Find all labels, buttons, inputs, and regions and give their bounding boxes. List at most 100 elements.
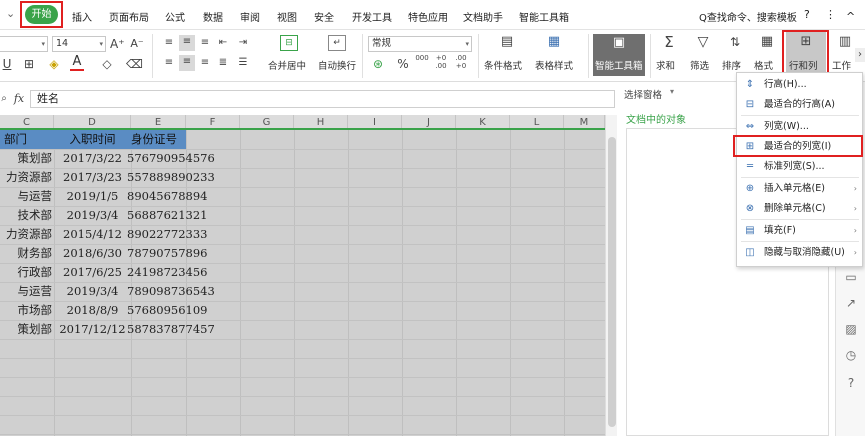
table-cell[interactable]: 587837877457 <box>127 320 237 339</box>
format-label[interactable]: 格式 <box>754 58 773 72</box>
table-cell[interactable]: 89022772333 <box>127 225 237 244</box>
search-command-box[interactable]: Q查找命令、搜索模板 <box>699 9 797 24</box>
align-center-icon[interactable]: ≡ <box>179 55 195 71</box>
fill-bucket-icon[interactable]: ◇ <box>100 57 114 71</box>
help-circle-icon[interactable]: ? <box>844 376 858 390</box>
table-cell[interactable]: 与运营 <box>0 187 54 206</box>
table-cell[interactable]: 2017/3/23 <box>54 168 131 187</box>
align-middle-icon[interactable]: ≡ <box>179 35 195 51</box>
table-cell[interactable]: 2017/12/12 <box>54 320 131 339</box>
thousands-icon[interactable]: 000 <box>414 54 430 62</box>
font-color-icon[interactable]: A <box>70 55 84 71</box>
vertical-scrollbar[interactable] <box>605 115 617 436</box>
shrink-font-icon[interactable]: A⁻ <box>130 37 144 51</box>
collapse-ribbon-icon[interactable]: ^ <box>846 10 855 23</box>
tab-formula[interactable]: 公式 <box>165 9 185 24</box>
table-cell[interactable]: 力资源部 <box>0 168 54 187</box>
tab-view[interactable]: 视图 <box>277 9 297 24</box>
table-cell[interactable]: 78790757896 <box>127 244 237 263</box>
fx-icon[interactable]: fx <box>12 92 26 106</box>
menu-item[interactable]: ⊕ 插入单元格(E) › <box>738 179 862 199</box>
scrollbar-thumb[interactable] <box>608 137 616 427</box>
merge-center-icon[interactable]: ⊟ <box>280 35 298 51</box>
distribute-icon[interactable]: ☰ <box>236 56 250 70</box>
conditional-format-icon[interactable]: ▤ <box>498 35 516 53</box>
tab-smart-toolbox[interactable]: 智能工具箱 <box>519 9 569 24</box>
table-cell[interactable]: 2015/4/12 <box>54 225 131 244</box>
table-cell[interactable]: 2019/1/5 <box>54 187 131 206</box>
menu-item[interactable]: ◫ 隐藏与取消隐藏(U) › <box>738 243 862 263</box>
font-name-select[interactable]: ▾ <box>0 36 48 52</box>
worksheet-label[interactable]: 工作 <box>832 58 851 72</box>
table-cell[interactable]: 力资源部 <box>0 225 54 244</box>
border-icon[interactable]: ⊞ <box>20 57 38 71</box>
header-cell[interactable]: 身份证号 <box>131 130 186 149</box>
sort-label[interactable]: 排序 <box>722 58 741 72</box>
more-icon[interactable]: ⋮ <box>825 8 836 21</box>
decrease-decimal-icon[interactable]: .00 +0 <box>452 54 470 70</box>
menu-item[interactable]: ▤ 填充(F) › <box>738 221 862 241</box>
table-cell[interactable]: 财务部 <box>0 244 54 263</box>
table-cell[interactable]: 策划部 <box>0 320 54 339</box>
worksheet-icon[interactable]: ▥ <box>836 35 854 53</box>
table-cell[interactable]: 2017/6/25 <box>54 263 131 282</box>
tab-doc-helper[interactable]: 文档助手 <box>463 9 503 24</box>
currency-icon[interactable]: ⊛ <box>370 57 386 71</box>
conditional-format-label[interactable]: 条件格式 <box>484 58 522 72</box>
tab-page-layout[interactable]: 页面布局 <box>109 9 149 24</box>
header-cell[interactable]: 入职时间 <box>54 130 131 149</box>
font-size-select[interactable]: 14 ▾ <box>52 36 106 52</box>
tab-insert[interactable]: 插入 <box>72 9 92 24</box>
smart-toolbox-button[interactable]: ▣ 智能工具箱 <box>593 34 645 76</box>
tab-security[interactable]: 安全 <box>314 9 334 24</box>
table-cell[interactable]: 与运营 <box>0 282 54 301</box>
menu-item[interactable]: ⊗ 删除单元格(C) › <box>738 199 862 219</box>
indent-right-icon[interactable]: ⇥ <box>236 36 250 50</box>
number-format-select[interactable]: 常规 ▾ <box>368 36 472 52</box>
table-cell[interactable]: 57680956109 <box>127 301 237 320</box>
pane-title-dropdown-icon[interactable]: ▾ <box>670 87 674 96</box>
clear-format-icon[interactable]: ⌫ <box>126 57 143 71</box>
wrap-text-label[interactable]: 自动换行 <box>318 58 356 72</box>
table-cell[interactable]: 市场部 <box>0 301 54 320</box>
table-cell[interactable]: 策划部 <box>0 149 54 168</box>
percent-icon[interactable]: % <box>396 57 410 71</box>
tab-data[interactable]: 数据 <box>203 9 223 24</box>
table-style-label[interactable]: 表格样式 <box>535 58 573 72</box>
tab-review[interactable]: 审阅 <box>240 9 260 24</box>
table-cell[interactable]: 576790954576 <box>127 149 237 168</box>
help-icon[interactable]: ? <box>804 8 810 21</box>
menu-item[interactable]: ⇔ 列宽(W)... <box>738 117 862 137</box>
formula-search-icon[interactable]: ⌕ <box>0 92 8 106</box>
tab-dev-tools[interactable]: 开发工具 <box>352 9 392 24</box>
table-cell[interactable]: 行政部 <box>0 263 54 282</box>
align-bottom-icon[interactable]: ≡ <box>198 36 212 50</box>
share-icon[interactable]: ↗ <box>844 296 858 310</box>
table-cell[interactable]: 89045678894 <box>127 187 237 206</box>
menu-item[interactable]: ⇕ 行高(H)... <box>738 75 862 95</box>
table-cell[interactable]: 2018/6/30 <box>54 244 131 263</box>
align-top-icon[interactable]: ≡ <box>162 36 176 50</box>
table-cell[interactable]: 2017/3/22 <box>54 149 131 168</box>
merge-center-label[interactable]: 合并居中 <box>268 58 306 72</box>
table-cell[interactable]: 技术部 <box>0 206 54 225</box>
format-icon[interactable]: ▦ <box>758 35 776 53</box>
sort-icon[interactable]: ⇅ <box>726 35 744 53</box>
filter-label[interactable]: 筛选 <box>690 58 709 72</box>
sum-label[interactable]: 求和 <box>656 58 675 72</box>
justify-icon[interactable]: ≣ <box>216 56 230 70</box>
menu-item[interactable]: ⊟ 最适合的行高(A) <box>738 95 862 115</box>
table-cell[interactable]: 24198723456 <box>127 263 237 282</box>
table-cell[interactable]: 2018/8/9 <box>54 301 131 320</box>
filter-icon[interactable]: ▽ <box>694 35 712 53</box>
header-cell[interactable]: 部门 <box>0 130 54 149</box>
menu-collapse-icon[interactable]: ⌄ <box>6 7 15 20</box>
ribbon-scroll-right-icon[interactable]: › <box>855 48 865 62</box>
fill-color-icon[interactable]: ◈ <box>47 57 61 71</box>
underline-icon[interactable]: U <box>2 57 12 71</box>
table-cell[interactable]: 789098736543 <box>127 282 237 301</box>
archive-icon[interactable]: ▭ <box>844 270 858 284</box>
formula-input[interactable]: 姓名 <box>30 90 615 108</box>
tab-special-apps[interactable]: 特色应用 <box>408 9 448 24</box>
grow-font-icon[interactable]: A⁺ <box>110 37 125 51</box>
